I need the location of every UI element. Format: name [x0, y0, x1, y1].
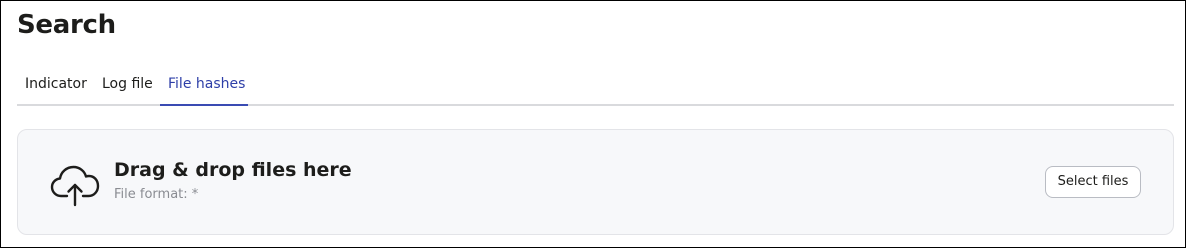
tab-file-hashes[interactable]: File hashes — [160, 65, 248, 106]
file-dropzone[interactable]: Drag & drop files here File format: * Se… — [17, 129, 1174, 235]
tab-log-file[interactable]: Log file — [94, 65, 156, 104]
tab-bar: Indicator Log file File hashes — [17, 65, 1174, 106]
file-format-hint: File format: * — [114, 187, 199, 202]
page-title: Search — [17, 10, 116, 40]
search-panel: Search Indicator Log file File hashes Dr… — [0, 0, 1186, 248]
select-files-button[interactable]: Select files — [1045, 166, 1141, 198]
cloud-upload-icon — [50, 165, 100, 207]
tab-indicator[interactable]: Indicator — [17, 65, 91, 104]
dropzone-title: Drag & drop files here — [114, 159, 352, 181]
